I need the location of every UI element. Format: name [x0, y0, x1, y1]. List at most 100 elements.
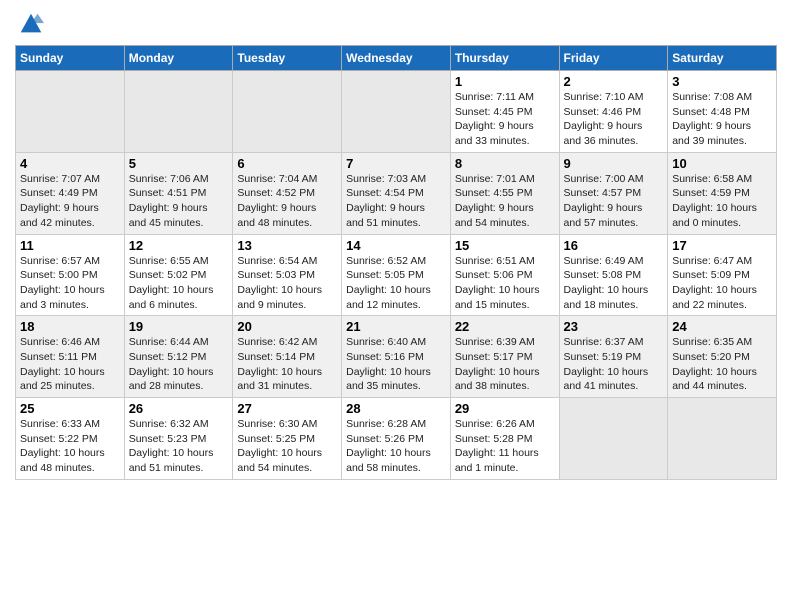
day-info: Sunrise: 7:01 AM Sunset: 4:55 PM Dayligh…: [455, 172, 555, 231]
calendar-day-header: Saturday: [668, 46, 777, 71]
calendar-week-row: 11Sunrise: 6:57 AM Sunset: 5:00 PM Dayli…: [16, 234, 777, 316]
logo-icon: [17, 10, 45, 38]
day-number: 27: [237, 401, 337, 416]
calendar-cell: 11Sunrise: 6:57 AM Sunset: 5:00 PM Dayli…: [16, 234, 125, 316]
calendar-cell: 13Sunrise: 6:54 AM Sunset: 5:03 PM Dayli…: [233, 234, 342, 316]
calendar-cell: 23Sunrise: 6:37 AM Sunset: 5:19 PM Dayli…: [559, 316, 668, 398]
calendar-cell: 5Sunrise: 7:06 AM Sunset: 4:51 PM Daylig…: [124, 152, 233, 234]
day-number: 26: [129, 401, 229, 416]
day-number: 18: [20, 319, 120, 334]
calendar-cell: 12Sunrise: 6:55 AM Sunset: 5:02 PM Dayli…: [124, 234, 233, 316]
calendar-week-row: 4Sunrise: 7:07 AM Sunset: 4:49 PM Daylig…: [16, 152, 777, 234]
day-info: Sunrise: 6:26 AM Sunset: 5:28 PM Dayligh…: [455, 417, 555, 476]
page: SundayMondayTuesdayWednesdayThursdayFrid…: [0, 0, 792, 490]
calendar-day-header: Monday: [124, 46, 233, 71]
day-number: 21: [346, 319, 446, 334]
calendar-cell: 17Sunrise: 6:47 AM Sunset: 5:09 PM Dayli…: [668, 234, 777, 316]
day-info: Sunrise: 6:28 AM Sunset: 5:26 PM Dayligh…: [346, 417, 446, 476]
calendar-table: SundayMondayTuesdayWednesdayThursdayFrid…: [15, 45, 777, 480]
logo-text: [15, 10, 45, 43]
day-info: Sunrise: 6:49 AM Sunset: 5:08 PM Dayligh…: [564, 254, 664, 313]
calendar-cell: 27Sunrise: 6:30 AM Sunset: 5:25 PM Dayli…: [233, 398, 342, 480]
calendar-week-row: 18Sunrise: 6:46 AM Sunset: 5:11 PM Dayli…: [16, 316, 777, 398]
day-number: 8: [455, 156, 555, 171]
logo: [15, 10, 45, 43]
calendar-day-header: Sunday: [16, 46, 125, 71]
day-number: 7: [346, 156, 446, 171]
day-number: 6: [237, 156, 337, 171]
day-number: 3: [672, 74, 772, 89]
calendar-cell: [342, 71, 451, 153]
day-info: Sunrise: 6:52 AM Sunset: 5:05 PM Dayligh…: [346, 254, 446, 313]
calendar-cell: [124, 71, 233, 153]
day-number: 20: [237, 319, 337, 334]
day-info: Sunrise: 7:11 AM Sunset: 4:45 PM Dayligh…: [455, 90, 555, 149]
day-number: 2: [564, 74, 664, 89]
calendar-cell: 16Sunrise: 6:49 AM Sunset: 5:08 PM Dayli…: [559, 234, 668, 316]
day-number: 25: [20, 401, 120, 416]
calendar-cell: 29Sunrise: 6:26 AM Sunset: 5:28 PM Dayli…: [450, 398, 559, 480]
calendar-cell: 9Sunrise: 7:00 AM Sunset: 4:57 PM Daylig…: [559, 152, 668, 234]
day-number: 14: [346, 238, 446, 253]
day-info: Sunrise: 7:03 AM Sunset: 4:54 PM Dayligh…: [346, 172, 446, 231]
calendar-cell: [559, 398, 668, 480]
day-info: Sunrise: 7:10 AM Sunset: 4:46 PM Dayligh…: [564, 90, 664, 149]
day-info: Sunrise: 7:06 AM Sunset: 4:51 PM Dayligh…: [129, 172, 229, 231]
calendar-cell: 28Sunrise: 6:28 AM Sunset: 5:26 PM Dayli…: [342, 398, 451, 480]
calendar-cell: 26Sunrise: 6:32 AM Sunset: 5:23 PM Dayli…: [124, 398, 233, 480]
calendar-cell: 25Sunrise: 6:33 AM Sunset: 5:22 PM Dayli…: [16, 398, 125, 480]
calendar-cell: 4Sunrise: 7:07 AM Sunset: 4:49 PM Daylig…: [16, 152, 125, 234]
calendar-cell: [233, 71, 342, 153]
calendar-cell: 18Sunrise: 6:46 AM Sunset: 5:11 PM Dayli…: [16, 316, 125, 398]
day-number: 9: [564, 156, 664, 171]
day-number: 23: [564, 319, 664, 334]
day-info: Sunrise: 7:04 AM Sunset: 4:52 PM Dayligh…: [237, 172, 337, 231]
day-info: Sunrise: 6:57 AM Sunset: 5:00 PM Dayligh…: [20, 254, 120, 313]
calendar-cell: 15Sunrise: 6:51 AM Sunset: 5:06 PM Dayli…: [450, 234, 559, 316]
day-info: Sunrise: 7:07 AM Sunset: 4:49 PM Dayligh…: [20, 172, 120, 231]
day-info: Sunrise: 6:42 AM Sunset: 5:14 PM Dayligh…: [237, 335, 337, 394]
calendar-day-header: Friday: [559, 46, 668, 71]
day-info: Sunrise: 6:55 AM Sunset: 5:02 PM Dayligh…: [129, 254, 229, 313]
calendar-cell: 10Sunrise: 6:58 AM Sunset: 4:59 PM Dayli…: [668, 152, 777, 234]
day-info: Sunrise: 6:37 AM Sunset: 5:19 PM Dayligh…: [564, 335, 664, 394]
day-info: Sunrise: 6:40 AM Sunset: 5:16 PM Dayligh…: [346, 335, 446, 394]
calendar-cell: 3Sunrise: 7:08 AM Sunset: 4:48 PM Daylig…: [668, 71, 777, 153]
day-info: Sunrise: 7:08 AM Sunset: 4:48 PM Dayligh…: [672, 90, 772, 149]
day-number: 4: [20, 156, 120, 171]
calendar-day-header: Wednesday: [342, 46, 451, 71]
calendar-cell: 24Sunrise: 6:35 AM Sunset: 5:20 PM Dayli…: [668, 316, 777, 398]
day-number: 29: [455, 401, 555, 416]
day-info: Sunrise: 6:58 AM Sunset: 4:59 PM Dayligh…: [672, 172, 772, 231]
day-info: Sunrise: 6:33 AM Sunset: 5:22 PM Dayligh…: [20, 417, 120, 476]
day-info: Sunrise: 7:00 AM Sunset: 4:57 PM Dayligh…: [564, 172, 664, 231]
day-number: 28: [346, 401, 446, 416]
header: [15, 10, 777, 43]
day-number: 16: [564, 238, 664, 253]
calendar-cell: 22Sunrise: 6:39 AM Sunset: 5:17 PM Dayli…: [450, 316, 559, 398]
calendar-cell: 7Sunrise: 7:03 AM Sunset: 4:54 PM Daylig…: [342, 152, 451, 234]
calendar-cell: 19Sunrise: 6:44 AM Sunset: 5:12 PM Dayli…: [124, 316, 233, 398]
calendar-week-row: 1Sunrise: 7:11 AM Sunset: 4:45 PM Daylig…: [16, 71, 777, 153]
calendar-cell: [668, 398, 777, 480]
day-number: 24: [672, 319, 772, 334]
day-info: Sunrise: 6:54 AM Sunset: 5:03 PM Dayligh…: [237, 254, 337, 313]
calendar-header-row: SundayMondayTuesdayWednesdayThursdayFrid…: [16, 46, 777, 71]
day-number: 12: [129, 238, 229, 253]
calendar-cell: [16, 71, 125, 153]
day-number: 13: [237, 238, 337, 253]
calendar-day-header: Thursday: [450, 46, 559, 71]
day-number: 22: [455, 319, 555, 334]
day-info: Sunrise: 6:47 AM Sunset: 5:09 PM Dayligh…: [672, 254, 772, 313]
calendar-cell: 1Sunrise: 7:11 AM Sunset: 4:45 PM Daylig…: [450, 71, 559, 153]
day-info: Sunrise: 6:32 AM Sunset: 5:23 PM Dayligh…: [129, 417, 229, 476]
day-number: 19: [129, 319, 229, 334]
day-number: 11: [20, 238, 120, 253]
calendar-cell: 21Sunrise: 6:40 AM Sunset: 5:16 PM Dayli…: [342, 316, 451, 398]
day-info: Sunrise: 6:35 AM Sunset: 5:20 PM Dayligh…: [672, 335, 772, 394]
day-number: 10: [672, 156, 772, 171]
day-info: Sunrise: 6:39 AM Sunset: 5:17 PM Dayligh…: [455, 335, 555, 394]
calendar-cell: 20Sunrise: 6:42 AM Sunset: 5:14 PM Dayli…: [233, 316, 342, 398]
day-number: 17: [672, 238, 772, 253]
day-number: 1: [455, 74, 555, 89]
